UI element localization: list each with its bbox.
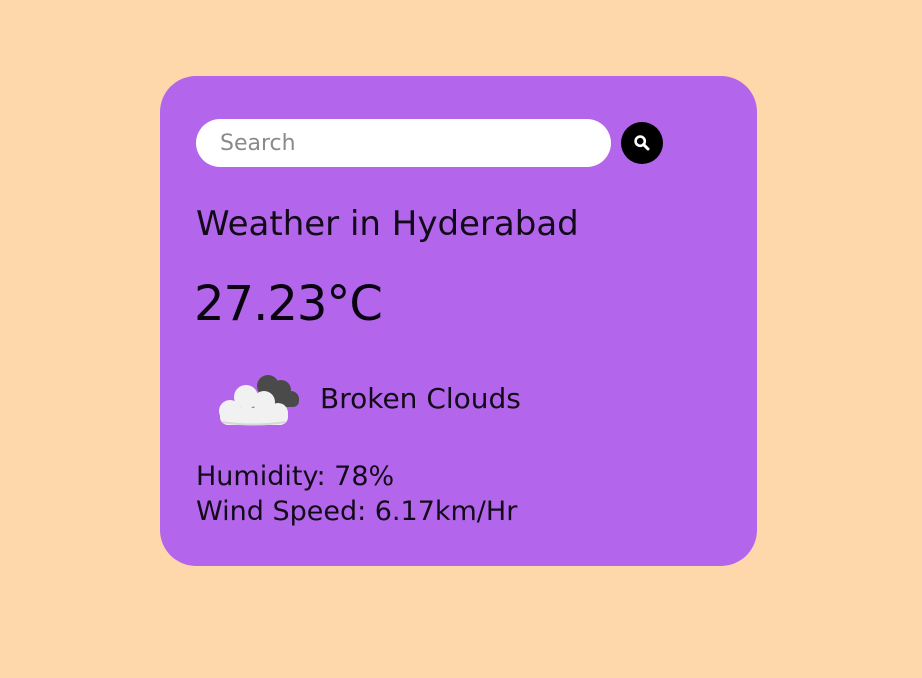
condition-text: Broken Clouds [320,381,521,415]
search-input[interactable] [196,119,611,167]
broken-clouds-icon [219,375,299,426]
weather-card: Weather in Hyderabad 27.23°C [160,76,757,566]
page: Weather in Hyderabad 27.23°C [0,0,922,678]
temperature: 27.23°C [194,276,383,332]
humidity-text: Humidity: 78% [196,461,395,492]
search-bar [196,119,663,167]
search-button[interactable] [621,122,663,164]
weather-title: Weather in Hyderabad [196,204,579,244]
weather-condition: Broken Clouds [212,366,521,430]
search-icon [634,135,650,151]
wind-speed-text: Wind Speed: 6.17km/Hr [196,496,518,527]
